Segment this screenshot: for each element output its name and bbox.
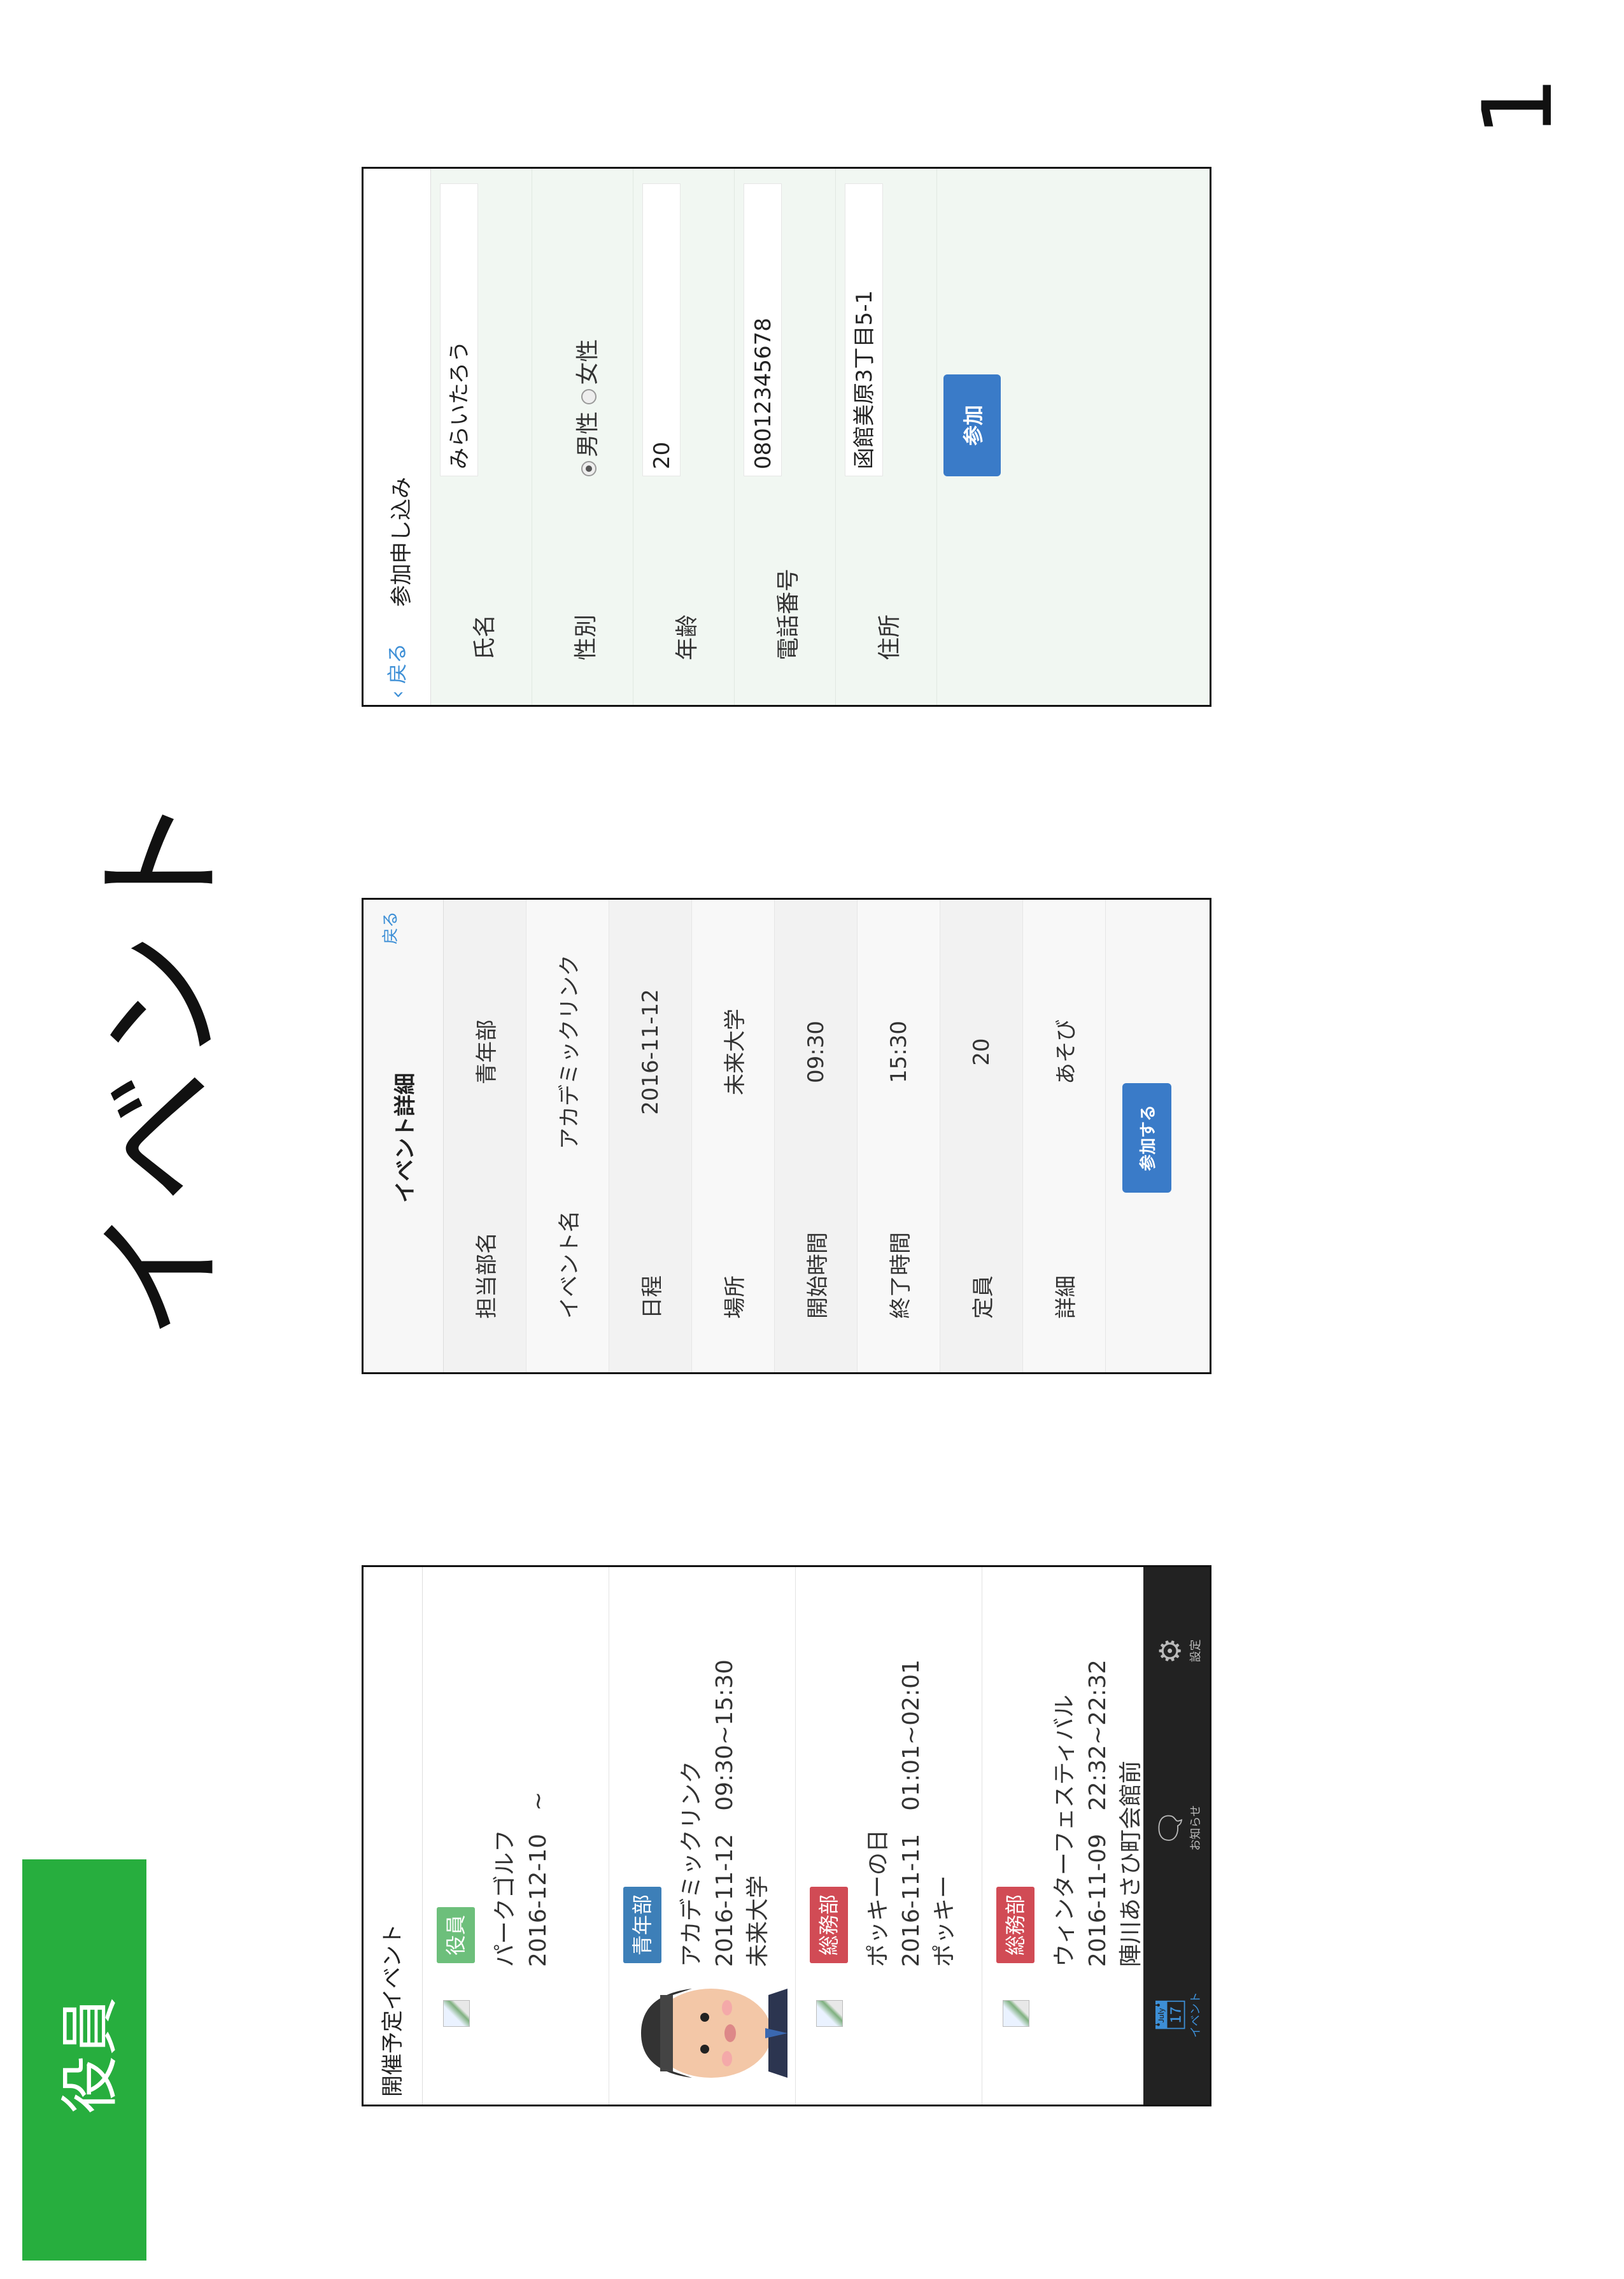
department-tag: 総務部 — [996, 1886, 1034, 1963]
event-name: ウィンターフェスティバル — [1052, 1694, 1078, 1967]
form-row-age: 年齢 20 — [633, 169, 735, 705]
detail-label: 担当部名 — [474, 1232, 500, 1319]
detail-row: 担当部名 青年部 — [444, 900, 526, 1372]
calendar-icon: 📅︎ — [1153, 1996, 1187, 2034]
event-schedule: 2016-11-11 01:01~02:01 — [898, 1659, 924, 1967]
page-title: イベント詳細 — [393, 1073, 418, 1203]
back-button[interactable]: 戻る — [378, 911, 401, 944]
female-radio[interactable] — [581, 388, 597, 404]
detail-value: あそび — [1054, 1019, 1079, 1084]
name-field[interactable]: みらいたろう — [440, 183, 478, 476]
event-list-item[interactable]: img 総務部 ポッキーの日 2016-11-11 01:01~02:01 ポッ… — [796, 1567, 982, 2105]
chat-icon: 🗨︎ — [1153, 1809, 1187, 1847]
detail-row: 詳細 あそび — [1023, 900, 1106, 1372]
event-list-item[interactable]: img 役員 パークゴルフ 2016-12-10 ~ — [423, 1567, 609, 2105]
form-row-address: 住所 函館美原3丁目5-1 — [836, 169, 937, 705]
tab-events[interactable]: 📅︎ イベント — [1153, 1992, 1203, 2038]
form-row-gender: 性別 男性 女性 — [532, 169, 633, 705]
detail-label: 詳細 — [1054, 1275, 1079, 1319]
page-number: 1 — [1463, 76, 1574, 137]
join-button-wrap: 参加する — [1106, 900, 1171, 1372]
event-place: ポッキー — [931, 1875, 957, 1967]
detail-label: イベント名 — [557, 1210, 583, 1319]
field-label: 電話番号 — [775, 568, 801, 660]
image-placeholder-icon: img — [443, 2000, 470, 2027]
address-field[interactable]: 函館美原3丁目5-1 — [845, 183, 883, 476]
field-label: 氏名 — [472, 614, 498, 660]
detail-row: 開始時間 09:30 — [775, 900, 858, 1372]
detail-value: 未来大学 — [723, 1009, 748, 1095]
image-placeholder-icon: img — [1003, 2000, 1029, 2027]
event-name: アカデミックリンク — [679, 1760, 705, 1967]
join-button[interactable]: 参加する — [1122, 1083, 1171, 1193]
field-label: 住所 — [877, 614, 903, 660]
detail-value: 2016-11-12 — [637, 989, 663, 1115]
event-detail-screen: イベント詳細 戻る 担当部名 青年部 イベント名 アカデミックリンク 日程 20… — [362, 898, 1211, 1374]
detail-label: 日程 — [640, 1275, 665, 1319]
detail-table: 担当部名 青年部 イベント名 アカデミックリンク 日程 2016-11-12 場… — [444, 900, 1106, 1372]
event-schedule: 2016-12-10 ~ — [525, 1791, 551, 1967]
detail-row: 場所 未来大学 — [692, 900, 775, 1372]
detail-value: 09:30 — [803, 1021, 829, 1083]
department-tag: 役員 — [437, 1906, 475, 1963]
event-list-screen: 開催予定イベント img 役員 パークゴルフ 2016-12-10 ~ 青年部 … — [362, 1565, 1211, 2106]
detail-row: 定員 20 — [940, 900, 1023, 1372]
chevron-left-icon: ‹ — [385, 690, 409, 699]
back-button[interactable]: ‹ 戻る — [381, 643, 411, 699]
event-place: 陣川あさひ町会館前 — [1118, 1760, 1144, 1967]
gear-icon: ⚙︎ — [1153, 1637, 1187, 1665]
detail-row: 日程 2016-11-12 — [609, 900, 692, 1372]
detail-label: 定員 — [971, 1275, 996, 1319]
detail-value: 15:30 — [886, 1021, 912, 1083]
form-header: ‹ 戻る 参加申し込み — [364, 169, 431, 705]
page-title: 参加申し込み — [389, 477, 414, 607]
form-row-name: 氏名 みらいたろう — [431, 169, 532, 705]
detail-label: 場所 — [723, 1275, 748, 1319]
tab-label: お知らせ — [1189, 1805, 1203, 1851]
entry-form-screen: ‹ 戻る 参加申し込み 氏名 みらいたろう 性別 男性 女性 年齢 20 電話番… — [362, 167, 1211, 707]
detail-value: 20 — [968, 1038, 994, 1066]
department-tag: 青年部 — [623, 1886, 661, 1963]
tab-bar: 📅︎ イベント 🗨︎ お知らせ ⚙︎ 設定 — [1143, 1567, 1210, 2105]
form-row-phone: 電話番号 08012345678 — [735, 169, 836, 705]
submit-wrap: 参加 — [943, 374, 1001, 476]
detail-value: 青年部 — [474, 1019, 500, 1084]
role-label: 役員 — [56, 1996, 124, 2114]
tab-label: 設定 — [1189, 1639, 1203, 1663]
phone-field[interactable]: 08012345678 — [744, 183, 782, 476]
detail-value: アカデミックリンク — [557, 955, 583, 1149]
event-list-item[interactable]: img 総務部 ウィンターフェスティバル 2016-11-09 22:32~22… — [982, 1567, 1169, 2105]
department-tag: 総務部 — [810, 1886, 848, 1963]
event-name: ポッキーの日 — [865, 1829, 891, 1967]
submit-button[interactable]: 参加 — [943, 374, 1001, 476]
male-radio[interactable] — [581, 461, 597, 476]
event-name: パークゴルフ — [492, 1829, 518, 1967]
event-place: 未来大学 — [745, 1875, 771, 1967]
image-placeholder-icon: img — [816, 2000, 843, 2027]
detail-header: イベント詳細 戻る — [364, 900, 444, 1372]
detail-row: イベント名 アカデミックリンク — [526, 900, 609, 1372]
detail-label: 終了時間 — [888, 1232, 914, 1319]
radio-label: 男性 — [575, 411, 601, 457]
field-label: 年齢 — [674, 614, 700, 660]
gender-radio-group: 男性 女性 — [569, 339, 602, 476]
tab-settings[interactable]: ⚙︎ 設定 — [1153, 1637, 1203, 1665]
event-schedule: 2016-11-12 09:30~15:30 — [712, 1659, 738, 1967]
detail-label: 開始時間 — [805, 1232, 831, 1319]
field-label: 性別 — [573, 614, 599, 660]
avatar — [641, 1989, 787, 2078]
back-label: 戻る — [385, 643, 409, 685]
slide-title: イベント — [84, 790, 240, 1340]
tab-notices[interactable]: 🗨︎ お知らせ — [1153, 1805, 1203, 1851]
event-list-item[interactable]: 青年部 アカデミックリンク 2016-11-12 09:30~15:30 未来大… — [609, 1567, 796, 2105]
event-schedule: 2016-11-09 22:32~22:32 — [1085, 1659, 1111, 1967]
detail-row: 終了時間 15:30 — [858, 900, 940, 1372]
radio-label: 女性 — [575, 339, 601, 385]
age-field[interactable]: 20 — [642, 183, 681, 476]
list-header: 開催予定イベント — [364, 1567, 423, 2105]
tab-label: イベント — [1189, 1992, 1203, 2038]
